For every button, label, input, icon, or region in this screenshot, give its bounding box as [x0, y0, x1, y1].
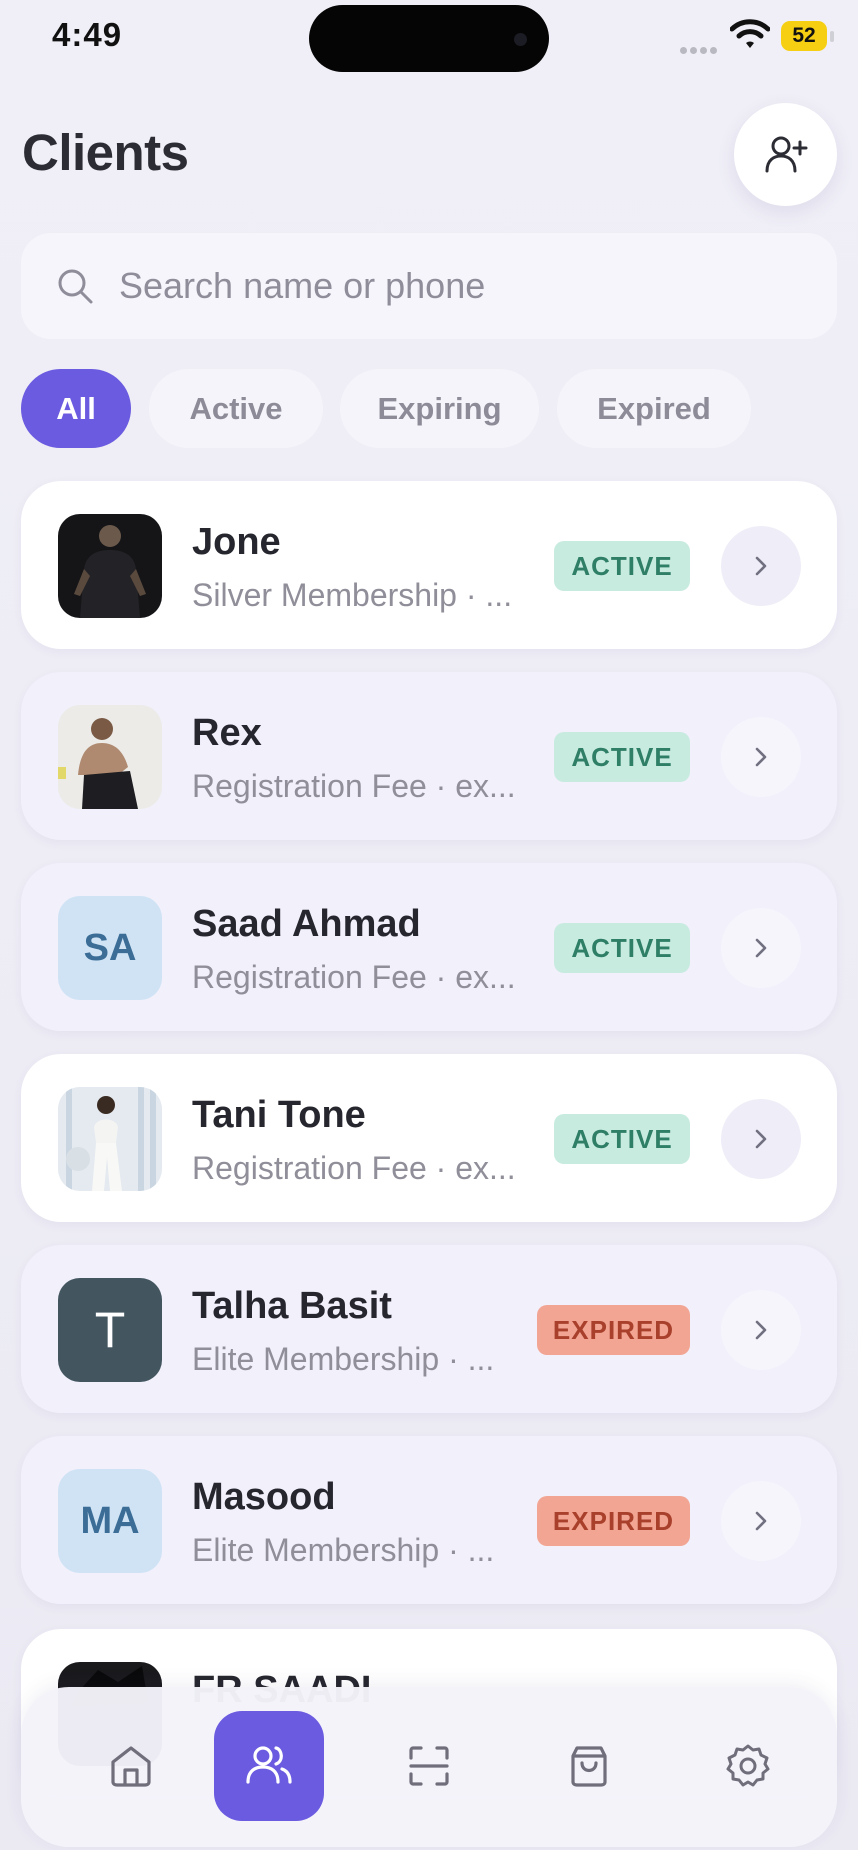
status-badge: ACTIVE: [554, 541, 690, 591]
settings-icon: [726, 1744, 770, 1787]
search-input[interactable]: [119, 253, 799, 319]
client-plan: Elite Membership · ...: [192, 1341, 495, 1377]
open-client-button[interactable]: [721, 908, 801, 988]
clients-icon: [246, 1746, 292, 1784]
scan-icon: [409, 1746, 449, 1786]
nav-settings[interactable]: [693, 1711, 803, 1821]
camera-dot: [514, 33, 527, 46]
client-plan: Elite Membership · ...: [192, 1532, 495, 1568]
dynamic-island: [309, 5, 549, 72]
client-plan: Registration Fee · ex...: [192, 768, 516, 804]
client-name: Masood: [192, 1476, 336, 1518]
client-avatar-initials: T: [58, 1278, 162, 1382]
search-box[interactable]: [21, 233, 837, 339]
client-plan: Registration Fee · ex...: [192, 959, 516, 995]
open-client-button[interactable]: [721, 1099, 801, 1179]
client-plan: Silver Membership · ...: [192, 577, 513, 613]
status-badge: EXPIRED: [537, 1496, 690, 1546]
client-card[interactable]: SA Saad Ahmad Registration Fee · ex... A…: [21, 863, 837, 1031]
client-avatar-initials: SA: [58, 896, 162, 1000]
client-name: Saad Ahmad: [192, 903, 421, 945]
chevron-right-icon: [755, 556, 767, 576]
shopping-bag-icon: [571, 1746, 607, 1787]
chevron-right-icon: [755, 747, 767, 767]
clients-screen: 4:49 52 Clients Search name or phone All…: [0, 0, 858, 1850]
chevron-right-icon: [755, 1320, 767, 1340]
home-icon: [111, 1746, 151, 1787]
client-plan: Registration Fee · ex...: [192, 1150, 516, 1186]
client-avatar-initials: MA: [58, 1469, 162, 1573]
nav-clients[interactable]: [214, 1711, 324, 1821]
client-name: Tani Tone: [192, 1094, 366, 1136]
status-badge: ACTIVE: [554, 732, 690, 782]
status-bar: 4:49 52: [0, 0, 858, 80]
client-avatar-photo: [58, 705, 162, 809]
status-time: 4:49: [52, 16, 123, 53]
search-icon: [58, 269, 93, 304]
filter-chip-expired[interactable]: Expired: [557, 369, 751, 448]
bottom-nav: [21, 1687, 837, 1847]
client-name: Rex: [192, 712, 262, 754]
client-card[interactable]: Jone Silver Membership · ... ACTIVE: [21, 481, 837, 649]
status-badge: ACTIVE: [554, 1114, 690, 1164]
nav-shop[interactable]: [534, 1711, 644, 1821]
filter-chip-expiring[interactable]: Expiring: [340, 369, 539, 448]
chevron-right-icon: [755, 1511, 767, 1531]
client-card[interactable]: Rex Registration Fee · ex... ACTIVE: [21, 672, 837, 840]
nav-home[interactable]: [76, 1711, 186, 1821]
open-client-button[interactable]: [721, 526, 801, 606]
chevron-right-icon: [755, 938, 767, 958]
open-client-button[interactable]: [721, 1290, 801, 1370]
open-client-button[interactable]: [721, 717, 801, 797]
status-badge: ACTIVE: [554, 923, 690, 973]
status-badge: EXPIRED: [537, 1305, 690, 1355]
client-name: Jone: [192, 521, 281, 563]
client-card[interactable]: T Talha Basit Elite Membership · ... EXP…: [21, 1245, 837, 1413]
wifi-icon: [729, 18, 771, 50]
nav-scan[interactable]: [374, 1711, 484, 1821]
client-card[interactable]: Tani Tone Registration Fee · ex... ACTIV…: [21, 1054, 837, 1222]
client-avatar-photo: [58, 1087, 162, 1191]
filter-chip-all[interactable]: All: [21, 369, 131, 448]
open-client-button[interactable]: [721, 1481, 801, 1561]
page-title: Clients: [22, 124, 189, 181]
battery-level: 52: [792, 24, 816, 47]
client-avatar-photo: [58, 514, 162, 618]
user-plus-icon: [765, 136, 807, 172]
client-card[interactable]: MA Masood Elite Membership · ... EXPIRED: [21, 1436, 837, 1604]
chevron-right-icon: [755, 1129, 767, 1149]
battery-icon: 52: [781, 21, 835, 51]
filter-chip-active[interactable]: Active: [149, 369, 323, 448]
cellular-signal-icon: [680, 41, 720, 54]
client-name: Talha Basit: [192, 1285, 392, 1327]
add-client-button[interactable]: [734, 103, 837, 206]
